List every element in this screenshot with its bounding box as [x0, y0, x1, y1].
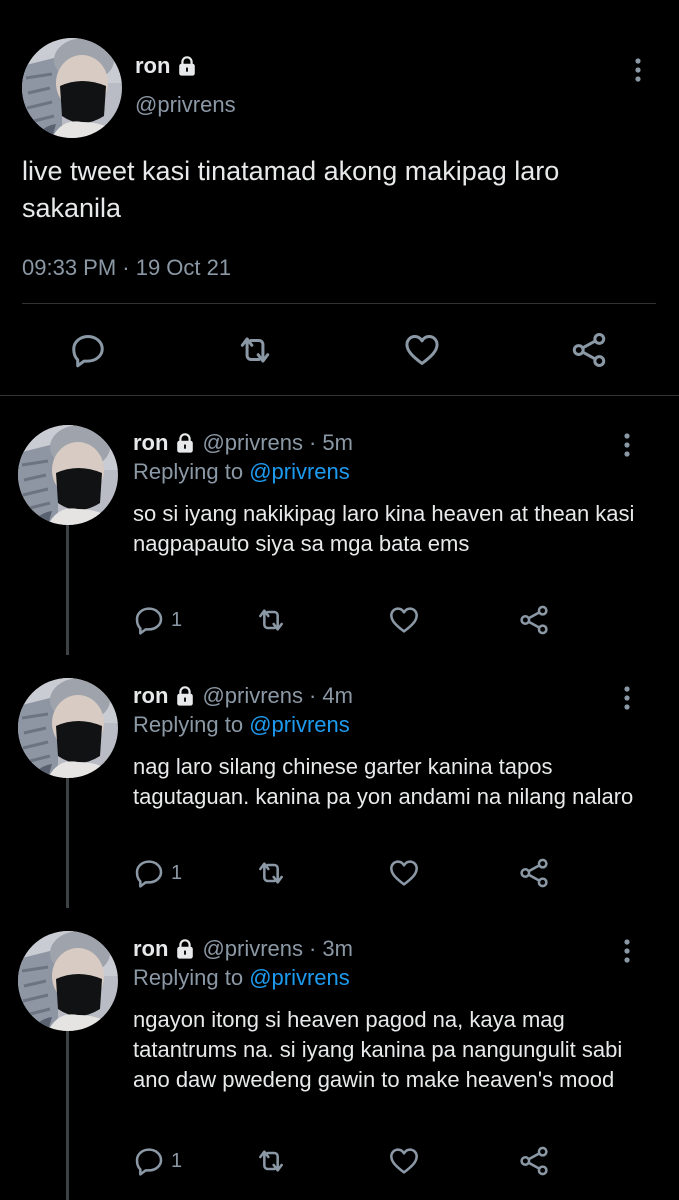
heart-icon	[388, 1145, 420, 1177]
reply-text: so si iyang nakikipag laro kina heaven a…	[133, 501, 635, 556]
share-button[interactable]	[518, 856, 550, 890]
share-button[interactable]	[569, 330, 609, 370]
heart-icon	[403, 331, 441, 369]
tweet-actions	[0, 330, 679, 374]
avatar[interactable]	[18, 678, 118, 778]
author-name[interactable]: ron	[133, 683, 168, 709]
mention-link[interactable]: @privrens	[249, 965, 350, 990]
retweet-button[interactable]	[255, 603, 287, 637]
avatar[interactable]	[18, 425, 118, 525]
main-tweet: ron @privrens live tweet kasi tinatamad …	[0, 0, 679, 396]
retweet-icon	[255, 1145, 287, 1177]
reply-button[interactable]: 1	[133, 603, 182, 637]
retweet-button[interactable]	[255, 1144, 287, 1178]
share-icon	[570, 331, 608, 369]
tweet-timestamp[interactable]: 09:33 PM · 19 Oct 21	[22, 255, 231, 281]
like-button[interactable]	[388, 1144, 420, 1178]
like-button[interactable]	[388, 856, 420, 890]
reply-timestamp[interactable]: 5m	[322, 430, 353, 456]
retweet-icon	[255, 604, 287, 636]
retweet-icon	[236, 331, 274, 369]
reply-icon	[69, 331, 107, 369]
replying-to-label: Replying to	[133, 965, 250, 990]
share-icon	[518, 604, 550, 636]
reply-icon	[133, 1145, 165, 1177]
author-handle[interactable]: @privrens	[135, 92, 236, 118]
reply-button[interactable]: 1	[133, 1144, 182, 1178]
reply-text: nag laro silang chinese garter kanina ta…	[133, 754, 634, 809]
replying-to-label: Replying to	[133, 712, 250, 737]
avatar[interactable]	[22, 38, 122, 138]
reply-timestamp[interactable]: 4m	[322, 683, 353, 709]
divider	[22, 303, 656, 304]
lock-icon	[174, 432, 196, 454]
lock-icon	[174, 685, 196, 707]
replying-to: Replying to @privrens	[133, 459, 350, 485]
reply-timestamp[interactable]: 3m	[322, 936, 353, 962]
reply-icon	[133, 857, 165, 889]
more-vertical-icon[interactable]	[617, 937, 637, 965]
heart-icon	[388, 857, 420, 889]
reply-actions: 1	[0, 856, 679, 892]
author-handle[interactable]: @privrens	[202, 683, 303, 709]
retweet-icon	[255, 857, 287, 889]
reply-text: ngayon itong si heaven pagod na, kaya ma…	[133, 1007, 623, 1092]
tweet-text: live tweet kasi tinatamad akong makipag …	[22, 156, 560, 223]
replying-to: Replying to @privrens	[133, 965, 350, 991]
replying-to-label: Replying to	[133, 459, 250, 484]
more-vertical-icon[interactable]	[628, 56, 648, 84]
separator: ·	[309, 683, 317, 708]
reply-actions: 1	[0, 603, 679, 639]
reply-actions: 1	[0, 1144, 679, 1180]
retweet-button[interactable]	[255, 856, 287, 890]
author-name[interactable]: ron	[135, 53, 170, 79]
reply-header: ron @privrens · 3m	[133, 936, 353, 962]
author-handle[interactable]: @privrens	[202, 936, 303, 962]
reply-count: 1	[171, 861, 183, 884]
reply-tweet[interactable]: ron @privrens · 3m Replying to @privrens…	[0, 908, 679, 1200]
reply-button[interactable]: 1	[133, 856, 182, 890]
like-button[interactable]	[388, 603, 420, 637]
like-button[interactable]	[402, 330, 442, 370]
separator: ·	[309, 936, 317, 961]
author-name[interactable]: ron	[133, 430, 168, 456]
author-name[interactable]: ron	[133, 936, 168, 962]
share-button[interactable]	[518, 1144, 550, 1178]
retweet-button[interactable]	[235, 330, 275, 370]
reply-tweet[interactable]: ron @privrens · 5m Replying to @privrens…	[0, 402, 679, 655]
lock-icon	[174, 938, 196, 960]
share-icon	[518, 1145, 550, 1177]
share-button[interactable]	[518, 603, 550, 637]
mention-link[interactable]: @privrens	[249, 459, 350, 484]
reply-icon	[133, 604, 165, 636]
share-icon	[518, 857, 550, 889]
author-handle[interactable]: @privrens	[202, 430, 303, 456]
reply-header: ron @privrens · 5m	[133, 430, 353, 456]
reply-count: 1	[171, 608, 183, 631]
reply-tweet[interactable]: ron @privrens · 4m Replying to @privrens…	[0, 655, 679, 908]
replying-to: Replying to @privrens	[133, 712, 350, 738]
separator: ·	[309, 430, 317, 455]
more-vertical-icon[interactable]	[617, 431, 637, 459]
heart-icon	[388, 604, 420, 636]
reply-header: ron @privrens · 4m	[133, 683, 353, 709]
more-vertical-icon[interactable]	[617, 684, 637, 712]
reply-button[interactable]	[68, 330, 108, 370]
avatar[interactable]	[18, 931, 118, 1031]
author-name-row: ron	[135, 53, 198, 79]
lock-icon	[176, 55, 198, 77]
mention-link[interactable]: @privrens	[249, 712, 350, 737]
reply-count: 1	[171, 1149, 183, 1172]
